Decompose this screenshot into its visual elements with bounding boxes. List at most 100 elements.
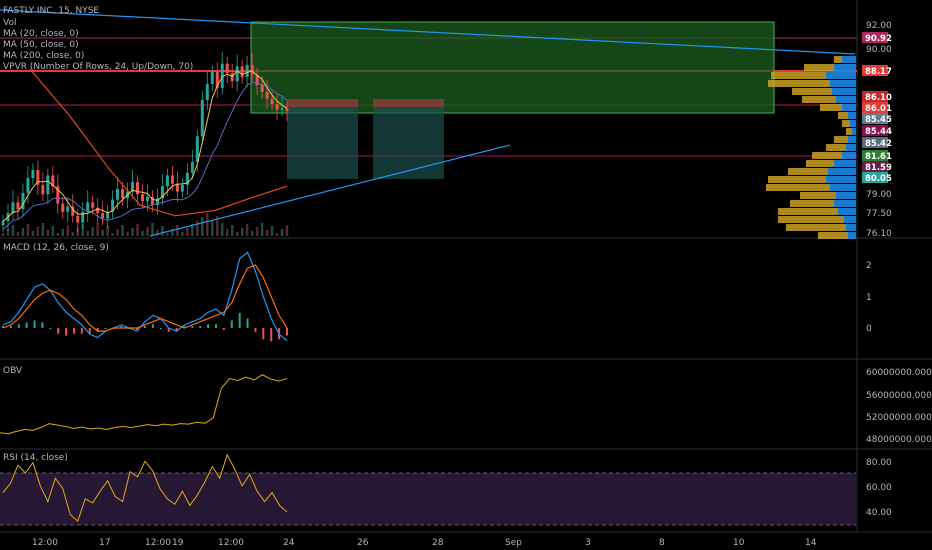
- macd-hist-bar: [222, 328, 225, 330]
- obv-tick: 48000000.00000000: [866, 435, 932, 445]
- volume-bar: [211, 220, 214, 236]
- chart-canvas: FASTLY INC, 15, NYSE Vol MA (20, close, …: [0, 0, 932, 548]
- vpvr-bar-down: [842, 56, 856, 63]
- volume-bar: [285, 225, 289, 236]
- vpvr-bar-down: [834, 160, 856, 167]
- macd-title: MACD (12, 26, close, 9): [3, 243, 109, 253]
- volume-bar: [280, 229, 284, 236]
- candle-body: [91, 202, 95, 208]
- volume-bar: [61, 229, 64, 236]
- candle-body: [190, 161, 194, 173]
- candle-body: [1, 221, 5, 226]
- candle-body: [66, 206, 70, 212]
- vpvr-bar-up: [838, 112, 848, 119]
- short-position-box-1[interactable]: [287, 99, 358, 107]
- candle-body: [145, 196, 149, 202]
- volume-bar: [245, 224, 249, 236]
- short-position-target-1[interactable]: [287, 107, 358, 179]
- vpvr-bar-down: [842, 152, 856, 159]
- vpvr-bar-up: [834, 56, 842, 63]
- macd-hist-bar: [270, 328, 273, 342]
- vpvr-bar-up: [826, 144, 846, 151]
- volume-bar: [136, 224, 139, 236]
- short-position-box-2[interactable]: [373, 99, 444, 107]
- candle-body: [260, 85, 264, 92]
- volume-bar: [21, 228, 25, 236]
- macd-histogram: [2, 312, 288, 342]
- vpvr-bar-up: [846, 128, 852, 135]
- volume-bar: [46, 230, 50, 236]
- volume-bar: [181, 232, 184, 236]
- time-tick: 26: [357, 538, 369, 548]
- volume-bar: [201, 217, 204, 236]
- candle-body: [205, 83, 209, 101]
- volume-bar: [41, 223, 45, 236]
- short-position-target-2[interactable]: [373, 107, 444, 179]
- time-tick: 19: [172, 538, 184, 548]
- macd-pane: MACD (12, 26, close, 9) 2 1 0: [2, 243, 872, 342]
- obv-line: [0, 374, 288, 435]
- legend-vpvr: VPVR (Number Of Rows, 24, Up/Down, 70): [3, 62, 193, 72]
- price-badge-label: 85.45: [865, 115, 892, 125]
- macd-hist-bar: [9, 326, 12, 328]
- macd-hist-bar: [191, 326, 194, 328]
- time-tick: 12:00: [218, 538, 244, 548]
- macd-hist-bar: [199, 326, 202, 328]
- volume-bar: [156, 230, 159, 236]
- volume-bar: [221, 223, 224, 236]
- vpvr-bar-up: [804, 64, 834, 71]
- vpvr-bar-down: [844, 216, 856, 223]
- time-axis[interactable]: 12:00 17 12:00 19 12:00 24 26 28 Sep 3 8…: [32, 538, 817, 548]
- macd-tick: 1: [866, 293, 872, 303]
- candle-body: [275, 104, 279, 110]
- macd-hist-bar: [41, 322, 44, 328]
- macd-hist-bar: [207, 324, 210, 328]
- volume-bar: [1, 233, 5, 236]
- vpvr-bar-down: [832, 88, 856, 95]
- volume-bar: [126, 232, 129, 236]
- volume-bar: [176, 225, 179, 236]
- vpvr-bar-up: [778, 208, 838, 215]
- vpvr-bar-down: [836, 192, 856, 199]
- volume-bar: [51, 226, 55, 236]
- rsi-pane: RSI (14, close) 80.00 60.00 40.00: [0, 453, 892, 526]
- volume-bar: [91, 227, 94, 236]
- vpvr-bar-down: [834, 64, 856, 71]
- vpvr-bar-up: [842, 120, 850, 127]
- volume-bar: [71, 232, 74, 236]
- vpvr-bar-down: [838, 208, 856, 215]
- volume-bar: [226, 229, 229, 236]
- price-tick: 76.10: [866, 229, 892, 239]
- price-badge-label: 86.10: [865, 93, 892, 103]
- vpvr-bar-up: [768, 176, 826, 183]
- volume-bar: [146, 227, 149, 236]
- price-tick: 77.50: [866, 209, 892, 219]
- volume-bar: [250, 231, 254, 236]
- candle-body: [180, 184, 184, 192]
- rsi-title: RSI (14, close): [3, 453, 68, 463]
- legend-ma20: MA (20, close, 0): [3, 29, 79, 39]
- rsi-tick: 40.00: [866, 508, 892, 518]
- obv-tick: 60000000.00000000: [866, 368, 932, 378]
- macd-hist-bar: [49, 328, 52, 329]
- macd-hist-bar: [17, 324, 20, 328]
- volume-bar: [265, 230, 269, 236]
- candle-body: [265, 91, 269, 99]
- volume-bar: [111, 233, 114, 236]
- price-axis[interactable]: 92.00 90.00 79.00 77.50 76.10 90.92 88.17…: [862, 21, 892, 239]
- macd-tick: 0: [866, 324, 872, 334]
- candle-body: [230, 73, 234, 82]
- macd-tick: 2: [866, 261, 872, 271]
- macd-hist-bar: [80, 328, 83, 334]
- candle-body: [121, 188, 125, 199]
- vpvr-bar-up: [786, 224, 846, 231]
- vpvr-bar-down: [828, 168, 856, 175]
- vpvr-bar-up: [834, 136, 848, 143]
- rsi-tick: 60.00: [866, 483, 892, 493]
- macd-hist-bar: [65, 328, 68, 336]
- candle-body: [136, 182, 140, 195]
- volume-bar: [230, 225, 234, 236]
- time-tick: Sep: [505, 538, 522, 548]
- macd-hist-bar: [104, 328, 107, 329]
- price-badge-label: 85.42: [865, 139, 892, 149]
